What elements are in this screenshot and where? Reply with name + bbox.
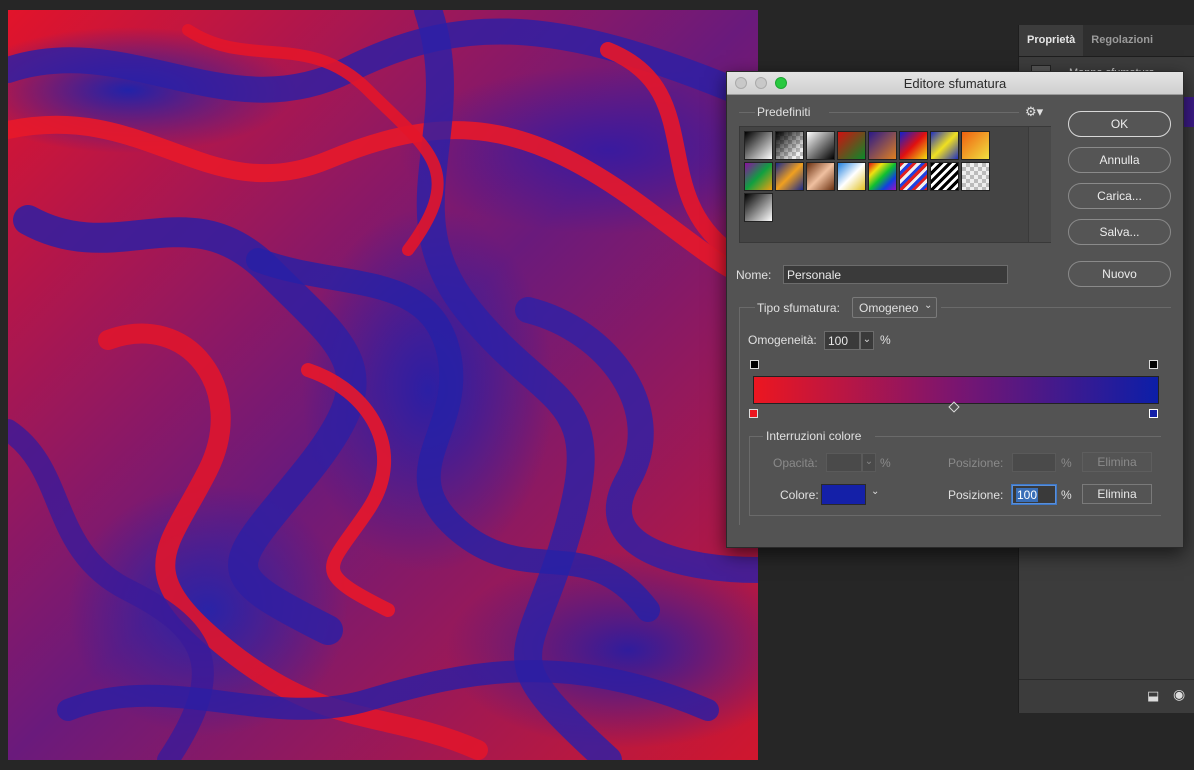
color-position-unit: %	[1061, 488, 1072, 502]
document-canvas[interactable]	[8, 10, 758, 760]
smoothness-input[interactable]: 100	[824, 331, 860, 350]
preset-swatch[interactable]	[806, 162, 835, 191]
preset-swatch[interactable]	[868, 131, 897, 160]
opacity-label: Opacità:	[773, 456, 818, 470]
preset-swatch[interactable]	[868, 162, 897, 191]
ok-button[interactable]: OK	[1068, 111, 1171, 137]
preset-swatch[interactable]	[930, 162, 959, 191]
color-stops-line-vertical	[749, 436, 750, 516]
gradient-type-line-right	[941, 307, 1171, 308]
chevron-down-icon: ⌄	[924, 300, 933, 311]
presets-scrollbar[interactable]	[1028, 127, 1051, 242]
color-stops-line-right	[875, 436, 1161, 437]
name-input[interactable]: Personale	[783, 265, 1008, 284]
clip-layer-icon[interactable]: ⬓	[1147, 688, 1161, 703]
preset-swatch[interactable]	[899, 162, 928, 191]
smoothness-unit: %	[880, 333, 891, 347]
presets-grid[interactable]	[739, 126, 1051, 243]
properties-tabs: Proprietà Regolazioni	[1019, 25, 1194, 57]
opacity-stop-right[interactable]	[1149, 360, 1158, 369]
tab-adjustments[interactable]: Regolazioni	[1083, 25, 1161, 56]
presets-group-line-right	[829, 112, 1019, 113]
preset-swatch[interactable]	[961, 131, 990, 160]
load-button[interactable]: Carica...	[1068, 183, 1171, 209]
opacity-unit: %	[880, 456, 891, 470]
preset-swatch[interactable]	[899, 131, 928, 160]
gradient-type-value: Omogeneo	[859, 301, 919, 315]
preset-swatch[interactable]	[961, 162, 990, 191]
color-position-input[interactable]: 100	[1012, 485, 1056, 504]
gear-icon[interactable]: ⚙▾	[1025, 104, 1043, 120]
preset-swatch[interactable]	[837, 131, 866, 160]
opacity-position-label: Posizione:	[948, 456, 1004, 470]
preset-swatch[interactable]	[775, 131, 804, 160]
dialog-titlebar[interactable]: Editore sfumatura	[727, 72, 1183, 95]
liquify-artwork	[8, 10, 758, 760]
preset-swatch[interactable]	[744, 193, 773, 222]
opacity-position-unit: %	[1061, 456, 1072, 470]
color-stops-line-left	[749, 436, 763, 437]
color-label: Colore:	[780, 488, 819, 502]
save-button[interactable]: Salva...	[1068, 219, 1171, 245]
gradient-type-label: Tipo sfumatura:	[757, 301, 840, 315]
color-swatch[interactable]	[821, 484, 866, 505]
opacity-input[interactable]	[826, 453, 862, 472]
color-stop-left[interactable]	[749, 409, 758, 418]
tab-properties[interactable]: Proprietà	[1019, 25, 1084, 56]
preset-swatch[interactable]	[930, 131, 959, 160]
opacity-stop-left[interactable]	[750, 360, 759, 369]
preset-swatch[interactable]	[837, 162, 866, 191]
preset-swatch[interactable]	[775, 162, 804, 191]
smoothness-label: Omogeneità:	[748, 333, 817, 347]
preset-swatch[interactable]	[744, 162, 773, 191]
chevron-down-icon[interactable]: ⌄	[871, 486, 879, 497]
color-stop-right[interactable]	[1149, 409, 1158, 418]
preset-swatch[interactable]	[744, 131, 773, 160]
color-stops-line-bottom	[749, 515, 1161, 516]
dialog-title: Editore sfumatura	[903, 76, 1007, 91]
delete-opacity-stop-button[interactable]: Elimina	[1082, 452, 1152, 472]
gradient-type-select[interactable]: Omogeneo ⌄	[852, 297, 937, 318]
visibility-icon[interactable]: ◉	[1173, 686, 1193, 702]
smoothness-dropdown-icon[interactable]: ⌄	[860, 331, 874, 350]
gradient-group-line-vertical	[739, 307, 740, 525]
preset-swatch[interactable]	[806, 131, 835, 160]
color-position-label: Posizione:	[948, 488, 1004, 502]
delete-color-stop-button[interactable]: Elimina	[1082, 484, 1152, 504]
presets-group-line-left	[739, 112, 755, 113]
opacity-dropdown-icon[interactable]: ⌄	[862, 453, 876, 472]
name-label: Nome:	[736, 268, 772, 282]
properties-footer: ⬓ ◉	[1019, 679, 1194, 713]
gradient-type-line-left	[739, 307, 755, 308]
opacity-position-input[interactable]	[1012, 453, 1056, 472]
presets-label: Predefiniti	[757, 105, 811, 119]
cancel-button[interactable]: Annulla	[1068, 147, 1171, 173]
new-button[interactable]: Nuovo	[1068, 261, 1171, 287]
color-position-value: 100	[1016, 488, 1039, 502]
gradient-bar[interactable]	[753, 376, 1159, 404]
color-stops-label: Interruzioni colore	[766, 429, 862, 443]
gradient-editor-dialog: Editore sfumatura Predefiniti ⚙▾ OK Annu…	[726, 71, 1184, 548]
